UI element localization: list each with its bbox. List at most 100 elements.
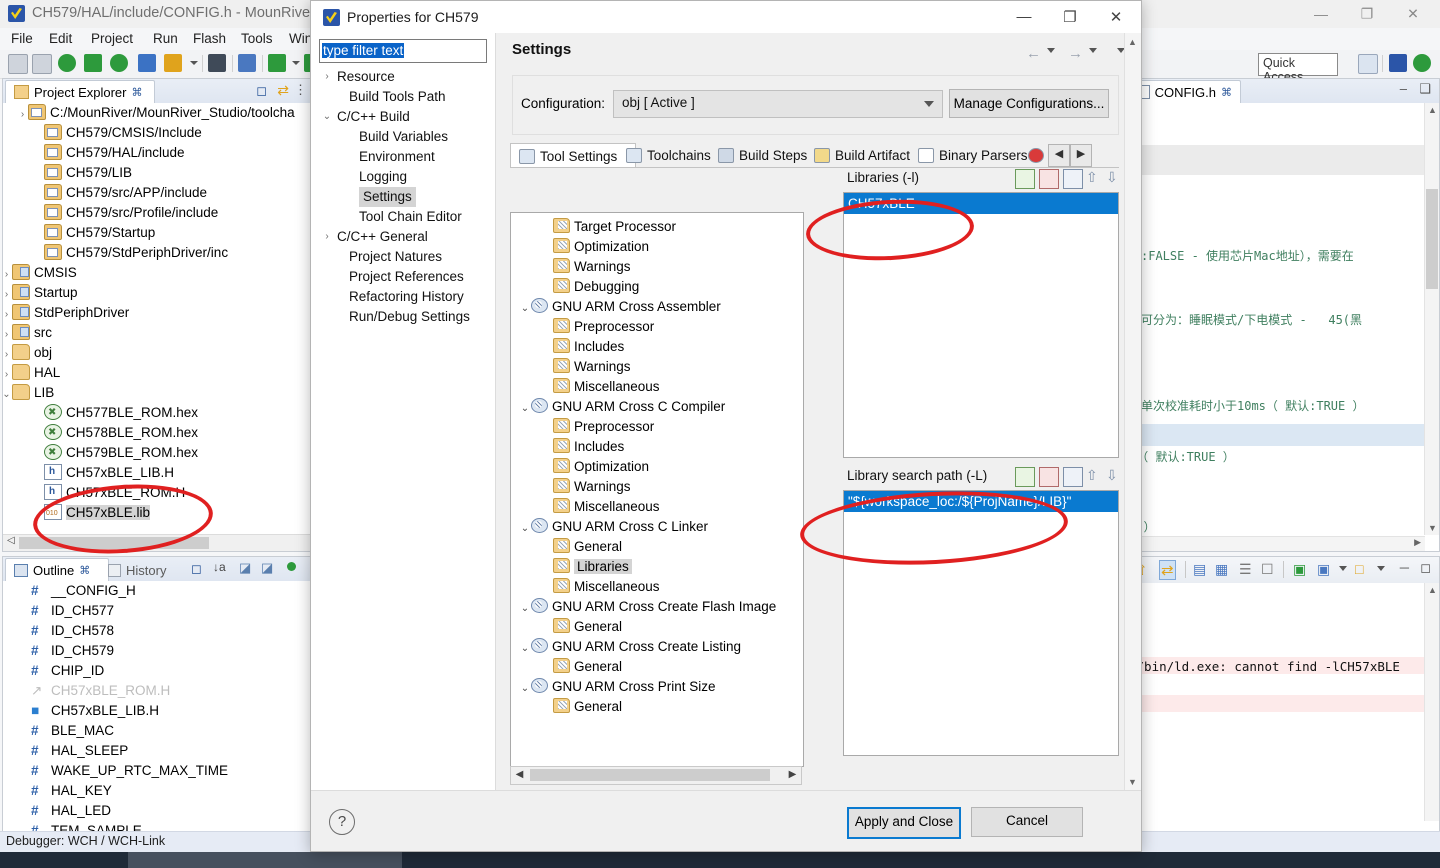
back-arrow-icon[interactable]: ← [1026,45,1041,62]
hide-fields-icon[interactable]: ◪ [239,560,251,576]
tool-settings-tree-item[interactable]: ⌄ GNU ARM Cross Assembler [511,297,803,317]
close-icon[interactable]: ⌘ [79,564,90,577]
chevron-down-icon[interactable] [1377,566,1385,571]
configuration-select[interactable]: obj [ Active ] [613,90,943,118]
delete-icon[interactable] [1039,169,1059,189]
chevron-right-icon[interactable]: › [3,365,12,385]
chevron-right-icon[interactable]: › [3,305,12,325]
tool-settings-tree-item[interactable]: Optimization [511,457,803,477]
add-icon[interactable] [1015,467,1035,487]
tool-tree-hscrollbar[interactable]: ◀ ▶ [510,766,802,785]
menu-file[interactable]: File [6,30,38,47]
chevron-right-icon[interactable]: › [321,67,333,87]
nav-tree[interactable]: › Resource Build Tools Path ⌄ C/C++ Build Bui… [311,67,495,791]
scroll-up-icon[interactable]: ▲ [1128,37,1137,47]
ide-maximize-button[interactable]: ❐ [1344,0,1390,28]
link-with-editor-icon[interactable]: ⇄ [277,82,289,99]
tab-project-explorer[interactable]: Project Explorer ⌘ [5,80,155,103]
debug-icon[interactable] [84,54,102,72]
project-tree-item[interactable]: ⌄ LIB [3,383,313,403]
tool-settings-tree-item[interactable]: General [511,617,803,637]
taskbar-active-window[interactable] [128,852,402,868]
project-tree[interactable]: › C:/MounRiver/MounRiver_Studio/toolcha CH… [3,103,313,551]
dialog-maximize-button[interactable]: ❐ [1047,1,1093,33]
menu-tools[interactable]: Tools [236,30,278,47]
tab-scroll-left-button[interactable]: ◀ [1048,144,1070,167]
chevron-down-icon[interactable]: ⌄ [3,385,12,405]
tool-settings-tree-item[interactable]: Miscellaneous [511,497,803,517]
scroll-right-icon[interactable]: ▶ [785,768,800,782]
quick-access-input[interactable]: Quick Access [1258,53,1338,84]
project-tree-item[interactable]: › Startup [3,283,313,303]
chevron-right-icon[interactable]: › [17,105,28,125]
add-icon[interactable] [1015,169,1035,189]
run-icon[interactable] [110,54,128,72]
move-down-icon[interactable]: ⇩ [1106,169,1124,187]
outline-item[interactable]: # ID_CH577 [3,601,313,621]
tool-settings-tree-item[interactable]: Libraries [511,557,803,577]
project-tree-item[interactable]: CH577BLE_ROM.hex [3,403,313,423]
build-icon[interactable] [58,54,76,72]
scroll-up-icon[interactable]: ▲ [1428,585,1437,595]
save-icon[interactable] [8,54,28,74]
tool-settings-tree-item[interactable]: Warnings [511,257,803,277]
download-icon[interactable] [138,54,156,72]
word-wrap-icon[interactable]: ☰ [1239,561,1252,578]
dialog-close-button[interactable]: ✕ [1093,1,1139,33]
lock-console-icon[interactable]: ▦ [1215,561,1228,578]
outline-item[interactable]: # HAL_SLEEP [3,741,313,761]
collapse-all-icon[interactable]: ◻ [256,83,267,99]
dialog-nav-item[interactable]: Environment [311,147,495,167]
settings-vscrollbar[interactable]: ▲ ▼ [1124,33,1141,791]
project-tree-item[interactable]: CH579/Startup [3,223,313,243]
chevron-right-icon[interactable]: › [3,265,12,285]
chevron-right-icon[interactable]: › [3,285,12,305]
close-icon[interactable]: ⌘ [1221,86,1232,99]
menu-run[interactable]: Run [148,30,183,47]
chevron-down-icon[interactable]: ⌄ [519,299,531,319]
scrollbar-thumb[interactable] [1426,189,1438,289]
display-console-icon[interactable]: ▣ [1317,561,1330,578]
scroll-up-icon[interactable]: ▲ [1428,105,1437,115]
project-tree-item[interactable]: CH579/src/APP/include [3,183,313,203]
code-editor-area[interactable]: ▲ ▼ ▶ 人:FALSE - 使用芯片Mac地址），需要在 值可分为：睡眠模式/… [1129,103,1439,551]
project-tree-item[interactable]: CH579/LIB [3,163,313,183]
pin-console-icon[interactable]: ▣ [1293,561,1306,578]
outline-item[interactable]: # WAKE_UP_RTC_MAX_TIME [3,761,313,781]
tab-history[interactable]: History [99,558,189,581]
chevron-down-icon[interactable]: ⌄ [519,399,531,419]
outline-item[interactable]: ■ CH57xBLE_LIB.H [3,701,313,721]
editor-hscrollbar[interactable]: ▶ [1129,536,1425,551]
tool-settings-tree-item[interactable]: Debugging [511,277,803,297]
scroll-down-icon[interactable]: ▼ [1128,777,1137,787]
ide-close-button[interactable]: ✕ [1390,0,1436,28]
tool-settings-tree-item[interactable]: Includes [511,437,803,457]
chevron-down-icon[interactable]: ⌄ [519,519,531,539]
tool-settings-tree-item[interactable]: Warnings [511,357,803,377]
sort-icon[interactable]: ↓a [213,560,226,574]
tab-build-artifact[interactable]: Build Artifact [806,143,926,167]
tool-settings-tree-item[interactable]: Optimization [511,237,803,257]
perspective-icon[interactable] [164,54,182,72]
hide-static-icon[interactable]: ◪ [261,560,273,576]
chevron-down-icon[interactable]: ⌄ [321,107,333,127]
move-up-icon[interactable]: ⇧ [1086,169,1104,187]
editor-vscrollbar[interactable]: ▲ ▼ [1424,103,1439,535]
scrollbar-thumb[interactable] [530,769,770,781]
project-tree-item[interactable]: › CMSIS [3,263,313,283]
project-tree-item[interactable]: › src [3,323,313,343]
tool-settings-tree-item[interactable]: ⌄ GNU ARM Cross Print Size [511,677,803,697]
project-tree-item[interactable]: CH579/src/Profile/include [3,203,313,223]
dialog-nav-item[interactable]: Refactoring History [311,287,495,307]
outline-item[interactable]: # HAL_KEY [3,781,313,801]
chevron-down-icon[interactable] [190,61,198,65]
dialog-nav-item[interactable]: Run/Debug Settings [311,307,495,327]
tool-settings-tree-item[interactable]: Target Processor [511,217,803,237]
chevron-right-icon[interactable]: › [321,227,333,247]
console-icon[interactable] [238,54,256,72]
tool-settings-tree-item[interactable]: Miscellaneous [511,577,803,597]
scroll-right-icon[interactable]: ▶ [1414,537,1421,548]
console-maximize-icon[interactable]: ◻ [1420,560,1431,576]
editor-minimize-icon[interactable]: – [1400,81,1407,96]
dialog-nav-item[interactable]: Logging [311,167,495,187]
